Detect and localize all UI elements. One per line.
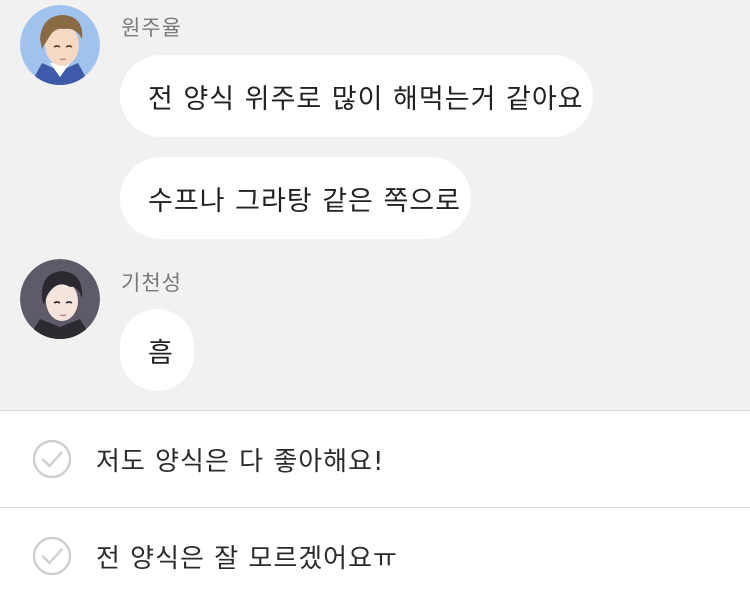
chat-area: 원주율 전 양식 위주로 많이 해먹는거 같아요 수프나 그라탕 같은 쪽으로 … bbox=[0, 0, 750, 410]
reply-choice[interactable]: 저도 양식은 다 좋아해요! bbox=[0, 411, 750, 507]
reply-choice-label: 저도 양식은 다 좋아해요! bbox=[96, 446, 385, 477]
avatar-dark-hair-icon bbox=[20, 259, 100, 339]
sender-avatar bbox=[20, 5, 100, 85]
check-circle-icon bbox=[32, 439, 72, 479]
reply-choice-label: 전 양식은 잘 모르겠어요ㅠ bbox=[96, 543, 398, 574]
message-bubble: 수프나 그라탕 같은 쪽으로 bbox=[120, 157, 471, 239]
message-bubble: 전 양식 위주로 많이 해먹는거 같아요 bbox=[120, 55, 593, 137]
avatar-brown-hair-icon bbox=[20, 5, 100, 85]
reply-choice[interactable]: 전 양식은 잘 모르겠어요ㅠ bbox=[0, 508, 750, 598]
message-bubble: 흠 bbox=[120, 309, 194, 391]
sender-avatar bbox=[20, 259, 100, 339]
check-circle-icon bbox=[32, 536, 72, 576]
sender-name: 기천성 bbox=[121, 271, 182, 295]
sender-name: 원주율 bbox=[121, 16, 182, 40]
